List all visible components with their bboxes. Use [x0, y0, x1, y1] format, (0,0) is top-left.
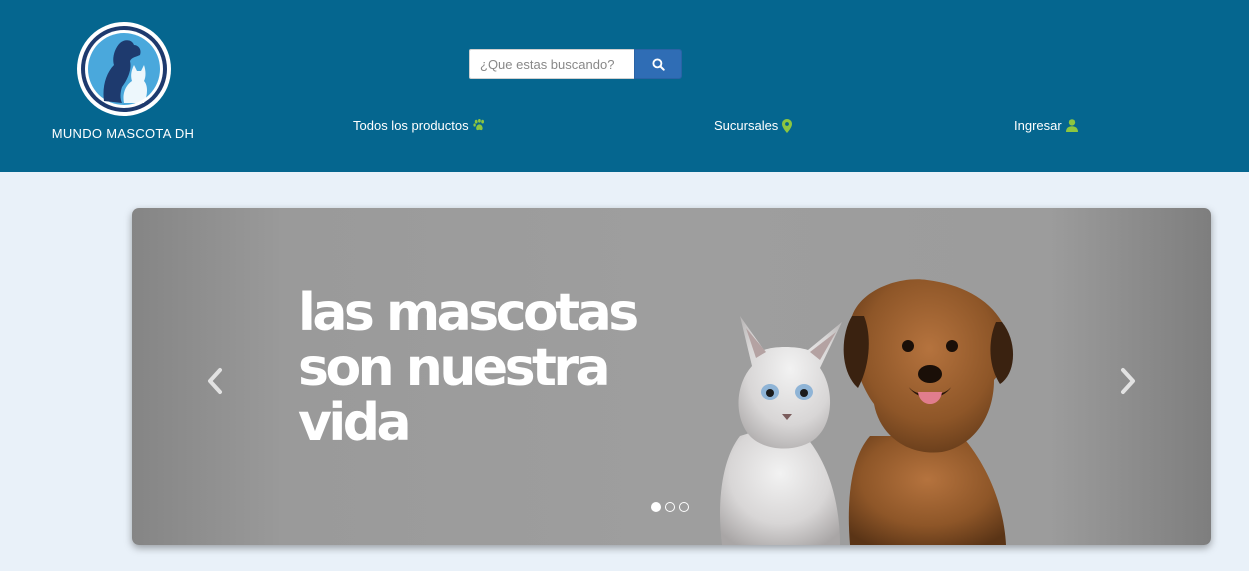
- nav-login-label: Ingresar: [1014, 118, 1062, 133]
- nav-branches-label: Sucursales: [714, 118, 779, 133]
- carousel-indicator[interactable]: [665, 502, 675, 512]
- carousel-next-button[interactable]: [1115, 366, 1141, 396]
- nav-all-products-label: Todos los productos: [353, 118, 469, 133]
- search-input[interactable]: [469, 49, 634, 79]
- slide-headline-line: vida: [298, 393, 412, 453]
- nav-branches[interactable]: Sucursales: [714, 118, 793, 133]
- nav-login[interactable]: Ingresar: [1014, 118, 1078, 133]
- carousel-indicator[interactable]: [651, 502, 661, 512]
- cat-and-dog-image: [720, 279, 1014, 545]
- search-icon: [651, 57, 665, 71]
- user-icon: [1065, 119, 1078, 132]
- slide-headline-line: son nuestra: [298, 338, 611, 398]
- site-header: MUNDO MASCOTA DH Todos los productos Suc…: [0, 0, 1249, 172]
- carousel-indicators: [651, 502, 689, 512]
- nav-all-products[interactable]: Todos los productos: [353, 118, 487, 133]
- search-button[interactable]: [634, 49, 682, 79]
- brand-logo[interactable]: [76, 21, 172, 117]
- carousel-indicator[interactable]: [679, 502, 689, 512]
- brand-name: MUNDO MASCOTA DH: [51, 126, 195, 141]
- slide-headline: las mascotas son nuestra vida: [298, 286, 698, 451]
- map-marker-icon: [782, 118, 793, 133]
- paw-icon: [473, 119, 484, 131]
- chevron-right-icon: [1121, 368, 1135, 394]
- slide-headline-line: las mascotas: [298, 283, 639, 343]
- search-bar: [469, 49, 682, 79]
- chevron-left-icon: [208, 368, 222, 394]
- hero-carousel: las mascotas son nuestra vida: [132, 208, 1211, 545]
- carousel-prev-button[interactable]: [202, 366, 228, 396]
